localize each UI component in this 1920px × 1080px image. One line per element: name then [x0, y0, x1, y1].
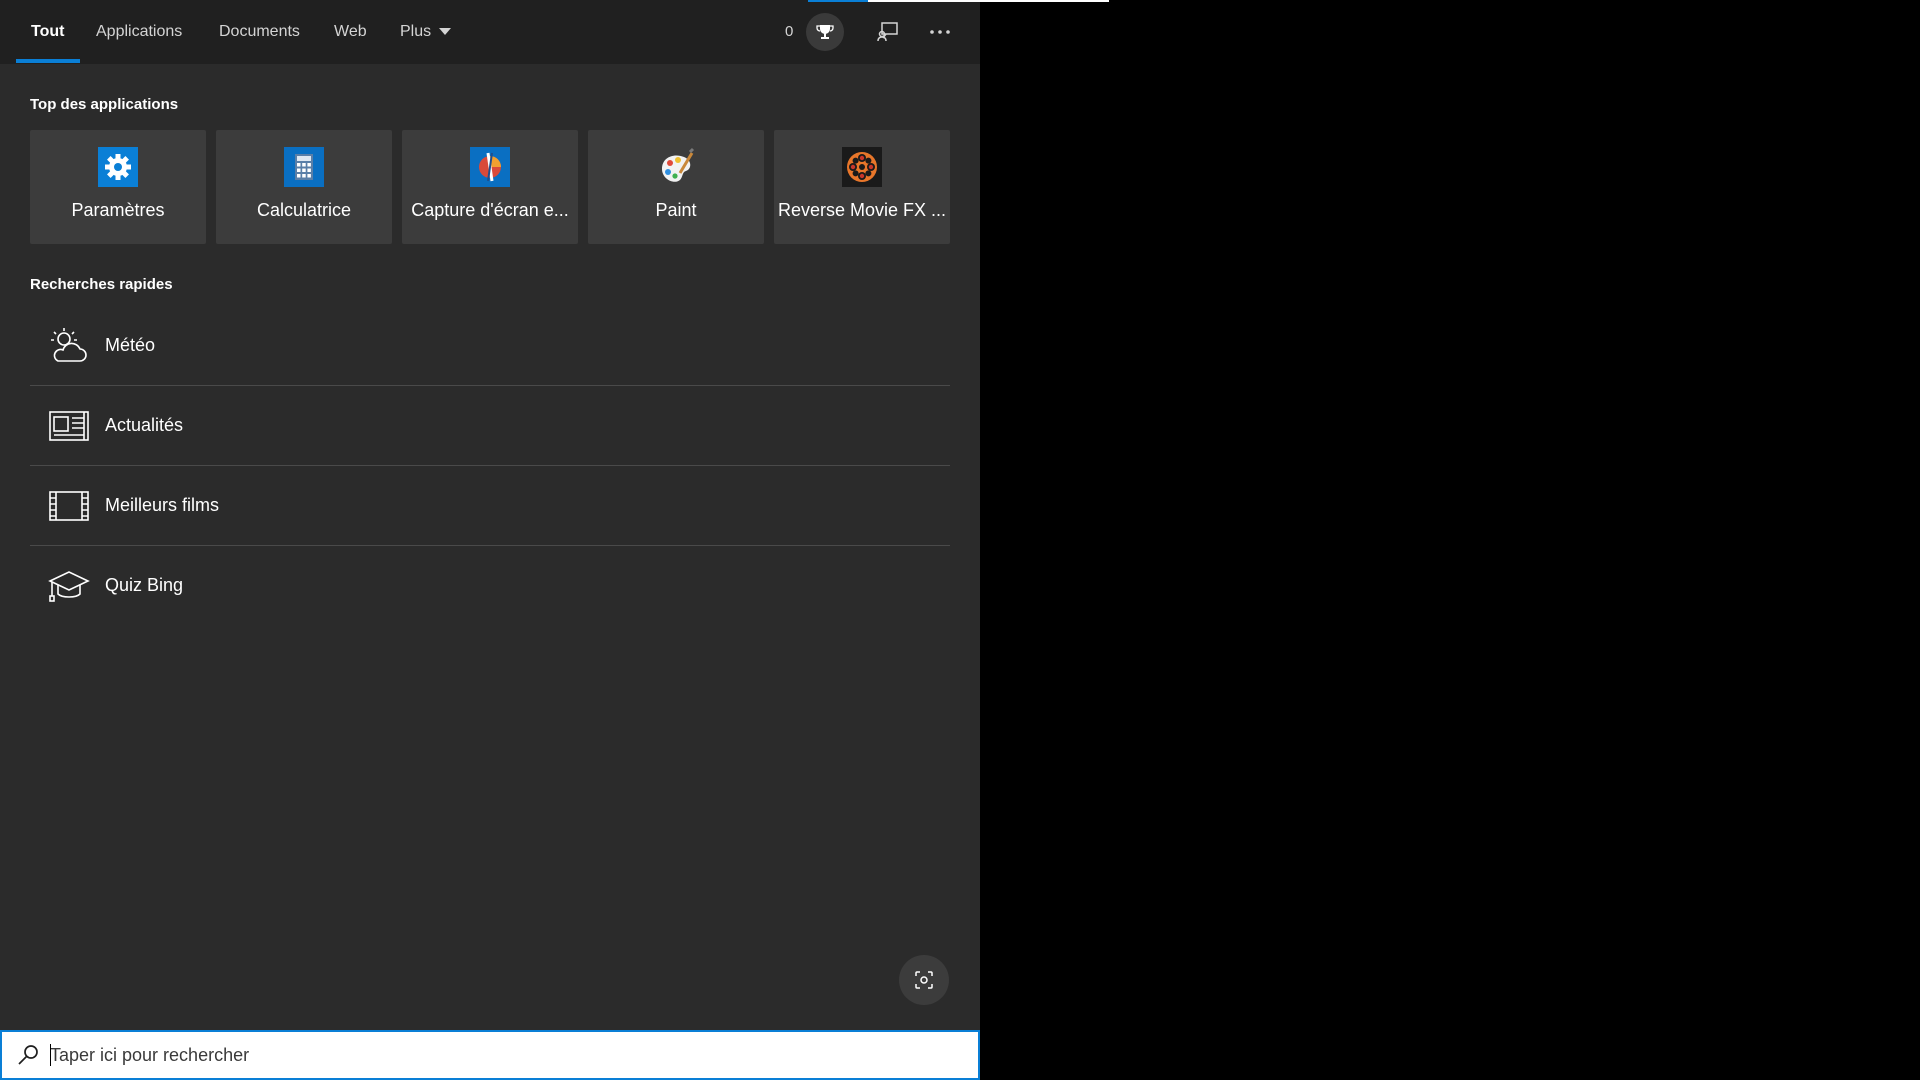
window-edge-line	[868, 0, 1109, 2]
graduation-cap-icon	[48, 565, 90, 607]
film-strip-icon	[48, 485, 90, 527]
app-tile-capture-ecran[interactable]: Capture d'écran e...	[402, 130, 578, 244]
calculator-icon	[284, 147, 324, 187]
quick-searches-title: Recherches rapides	[30, 276, 173, 293]
chevron-down-icon	[439, 28, 452, 36]
weather-icon	[48, 325, 90, 367]
app-tile-parametres[interactable]: Paramètres	[30, 130, 206, 244]
more-options-icon[interactable]	[924, 16, 956, 48]
top-apps-title: Top des applications	[30, 96, 179, 113]
quick-search-label: Meilleurs films	[105, 495, 220, 515]
paint-palette-icon	[656, 147, 696, 187]
quick-search-meilleurs-films[interactable]: Meilleurs films	[30, 466, 950, 545]
feedback-icon[interactable]	[872, 16, 904, 48]
snipping-tool-icon	[470, 147, 510, 187]
quick-search-label: Météo	[105, 335, 156, 355]
quick-search-label: Quiz Bing	[105, 575, 184, 595]
tab-applications[interactable]: Applications	[96, 0, 182, 64]
quick-search-quiz-bing[interactable]: Quiz Bing	[30, 546, 950, 625]
tab-documents[interactable]: Documents	[219, 0, 300, 64]
app-tile-label: Calculatrice	[256, 200, 352, 220]
search-panel: Tout Applications Documents Web Plus 0 T…	[0, 0, 980, 1080]
search-input[interactable]	[50, 1032, 960, 1078]
search-bar[interactable]	[0, 1030, 980, 1080]
camera-lens-icon	[915, 971, 933, 989]
app-tile-label: Paint	[655, 200, 697, 220]
app-tile-label: Capture d'écran e...	[411, 200, 569, 220]
rewards-points: 0	[785, 23, 794, 40]
tab-tout[interactable]: Tout	[31, 0, 64, 64]
quick-search-label: Actualités	[105, 415, 184, 435]
settings-gear-icon	[98, 147, 138, 187]
active-tab-indicator	[16, 59, 80, 63]
trophy-icon[interactable]	[806, 13, 844, 51]
tab-web[interactable]: Web	[334, 0, 367, 64]
tab-bar: Tout Applications Documents Web Plus 0	[0, 0, 980, 64]
film-reel-icon	[842, 147, 882, 187]
app-tile-label: Reverse Movie FX ...	[777, 200, 947, 220]
news-icon	[48, 405, 90, 447]
quick-search-actualites[interactable]: Actualités	[30, 386, 950, 465]
search-icon	[18, 1045, 38, 1065]
app-tile-calculatrice[interactable]: Calculatrice	[216, 130, 392, 244]
tab-plus[interactable]: Plus	[400, 0, 452, 64]
app-tile-label: Paramètres	[71, 200, 165, 220]
visual-search-button[interactable]	[899, 955, 949, 1005]
app-tile-reverse-movie-fx[interactable]: Reverse Movie FX ...	[774, 130, 950, 244]
tab-plus-label: Plus	[400, 23, 432, 40]
taskbar-highlight-line	[808, 0, 868, 2]
quick-search-meteo[interactable]: Météo	[30, 306, 950, 385]
app-tile-paint[interactable]: Paint	[588, 130, 764, 244]
text-cursor	[50, 1044, 51, 1066]
